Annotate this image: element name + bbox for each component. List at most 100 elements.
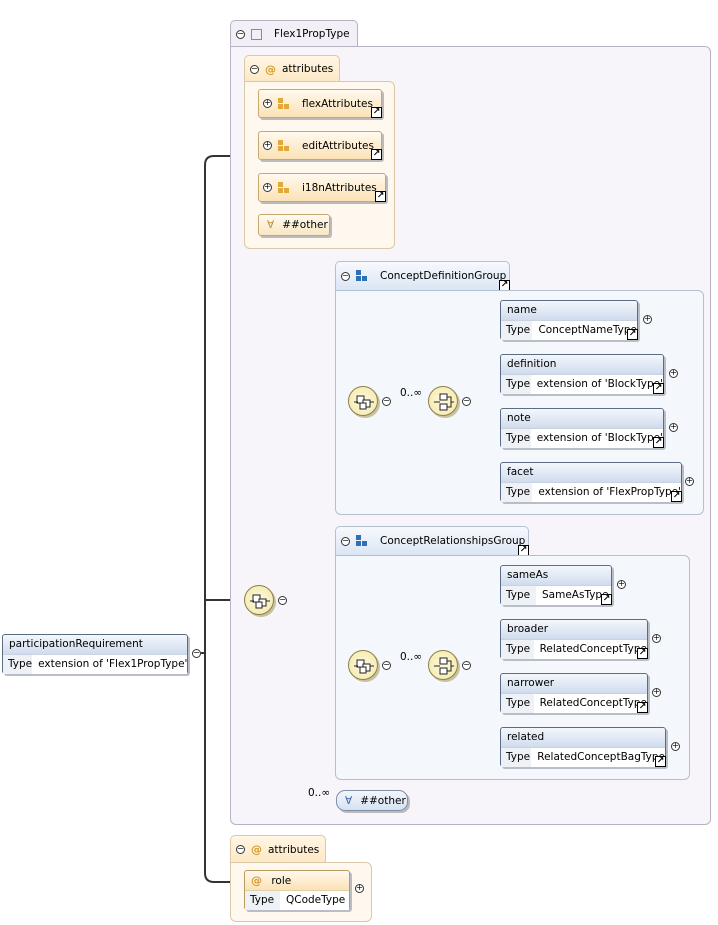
any-attribute-label: ##other — [282, 219, 328, 231]
element-name-label: facet — [501, 463, 681, 483]
element-definition[interactable]: definition Type extension of 'BlockType' … — [500, 354, 664, 394]
type-value: RelatedConceptType — [539, 643, 647, 655]
element-name[interactable]: name Type ConceptNameType ↗ — [500, 300, 638, 340]
any-attribute[interactable]: ∀ ##other — [258, 214, 330, 236]
element-note[interactable]: note Type extension of 'BlockType' ↗ — [500, 408, 664, 448]
attribute-group-label: i18nAttributes — [302, 181, 377, 194]
collapse-toggle[interactable] — [382, 397, 391, 406]
attributes-title: attributes — [282, 63, 334, 75]
expand-toggle[interactable] — [669, 423, 678, 432]
expand-toggle[interactable] — [671, 742, 680, 751]
group-title: ConceptDefinitionGroup — [380, 270, 507, 282]
expand-toggle[interactable] — [643, 315, 652, 324]
attribute-group-icon — [278, 139, 290, 152]
tab-concept-relationships-group[interactable]: ConceptRelationshipsGroup ↗ — [335, 526, 529, 556]
collapse-toggle[interactable] — [341, 271, 350, 281]
expand-toggle[interactable] — [652, 634, 661, 643]
expand-toggle[interactable] — [263, 99, 272, 108]
element-facet[interactable]: facet Type extension of 'FlexPropType' ↗ — [500, 462, 682, 502]
attribute-group-flexAttributes[interactable]: flexAttributes ↗ — [258, 89, 382, 118]
attributes-title: attributes — [268, 843, 320, 856]
collapse-toggle-flex1[interactable] — [236, 29, 245, 39]
attribute-icon: @ — [251, 843, 262, 856]
choice-compositor-icon[interactable] — [428, 650, 458, 680]
attribute-group-i18nAttributes[interactable]: i18nAttributes ↗ — [258, 173, 386, 202]
element-name-label: related — [501, 728, 665, 748]
sequence-compositor-icon[interactable] — [244, 585, 274, 615]
type-value: RelatedConceptType — [539, 697, 647, 709]
attribute-icon: @ — [265, 62, 276, 76]
attribute-group-icon — [278, 181, 290, 194]
group-title: ConceptRelationshipsGroup — [380, 535, 526, 547]
type-value: RelatedConceptBagType — [537, 751, 665, 763]
reference-arrow-icon[interactable]: ↗ — [637, 648, 648, 659]
type-label: Type — [501, 375, 531, 394]
reference-arrow-icon[interactable]: ↗ — [371, 107, 382, 118]
sequence-compositor-icon[interactable] — [348, 386, 378, 416]
reference-arrow-icon[interactable]: ↗ — [601, 594, 612, 605]
any-element[interactable]: ∀ ##other — [336, 790, 408, 811]
collapse-toggle[interactable] — [341, 536, 350, 546]
reference-arrow-icon[interactable]: ↗ — [655, 756, 666, 767]
collapse-toggle[interactable] — [382, 661, 391, 670]
type-label: Type — [501, 640, 534, 659]
tab-concept-definition-group[interactable]: ConceptDefinitionGroup ↗ — [335, 261, 510, 291]
expand-toggle[interactable] — [263, 141, 272, 150]
reference-arrow-icon[interactable]: ↗ — [371, 149, 382, 160]
reference-arrow-icon[interactable]: ↗ — [375, 191, 386, 202]
type-label: Type — [501, 429, 531, 448]
reference-arrow-icon[interactable]: ↗ — [671, 491, 682, 502]
element-name-label: name — [501, 301, 637, 321]
collapse-toggle[interactable] — [462, 397, 471, 406]
element-broader[interactable]: broader Type RelatedConceptType ↗ — [500, 619, 648, 659]
sequence-compositor-icon[interactable] — [348, 650, 378, 680]
reference-arrow-icon[interactable]: ↗ — [627, 329, 638, 340]
element-name-label: narrower — [501, 674, 647, 694]
element-sameAs[interactable]: sameAs Type SameAsType ↗ — [500, 565, 612, 605]
type-label: Type — [245, 891, 280, 910]
group-icon — [356, 270, 368, 282]
any-icon: ∀ — [345, 794, 353, 807]
element-name-label: definition — [501, 355, 663, 375]
reference-arrow-icon[interactable]: ↗ — [637, 702, 648, 713]
expand-toggle[interactable] — [652, 688, 661, 697]
choice-compositor-icon[interactable] — [428, 386, 458, 416]
element-name: participationRequirement — [3, 635, 187, 655]
tab-flex1proptype[interactable]: Flex1PropType — [230, 20, 358, 47]
type-value: extension of 'FlexPropType' — [538, 486, 681, 498]
element-narrower[interactable]: narrower Type RelatedConceptType ↗ — [500, 673, 648, 713]
expand-toggle[interactable] — [685, 477, 694, 486]
element-name-label: sameAs — [501, 566, 611, 586]
collapse-toggle-attributes[interactable] — [250, 64, 259, 74]
collapse-toggle-root[interactable] — [192, 649, 201, 658]
attribute-icon: @ — [251, 874, 262, 887]
type-label: Type — [501, 586, 536, 605]
attribute-role[interactable]: @ role Type QCodeType — [244, 870, 350, 910]
any-element-label: ##other — [360, 794, 406, 807]
attribute-group-editAttributes[interactable]: editAttributes ↗ — [258, 131, 382, 160]
expand-toggle[interactable] — [263, 183, 272, 192]
group-icon — [356, 535, 368, 547]
cardinality-label: 0..∞ — [400, 651, 423, 663]
type-value: QCodeType — [286, 894, 346, 906]
collapse-toggle[interactable] — [236, 845, 245, 854]
element-related[interactable]: related Type RelatedConceptBagType ↗ — [500, 727, 666, 767]
attribute-group-label: flexAttributes — [302, 97, 373, 110]
attribute-group-label: editAttributes — [302, 139, 374, 152]
expand-toggle[interactable] — [355, 884, 364, 893]
collapse-toggle-sequence[interactable] — [278, 596, 287, 605]
type-label: Type — [501, 483, 533, 502]
tab-attributes[interactable]: @ attributes — [244, 55, 340, 82]
type-label: Type — [501, 748, 532, 767]
expand-toggle[interactable] — [617, 580, 626, 589]
expand-toggle[interactable] — [669, 369, 678, 378]
reference-arrow-icon[interactable]: ↗ — [653, 437, 664, 448]
attribute-group-icon — [278, 97, 290, 110]
type-value: ConceptNameType — [538, 324, 637, 336]
type-label: Type — [501, 694, 534, 713]
collapse-toggle[interactable] — [462, 661, 471, 670]
element-participationRequirement[interactable]: participationRequirement Type extension o… — [2, 634, 188, 674]
tab-bottom-attributes[interactable]: @ attributes — [230, 835, 326, 863]
complex-type-icon — [251, 28, 262, 40]
reference-arrow-icon[interactable]: ↗ — [653, 383, 664, 394]
